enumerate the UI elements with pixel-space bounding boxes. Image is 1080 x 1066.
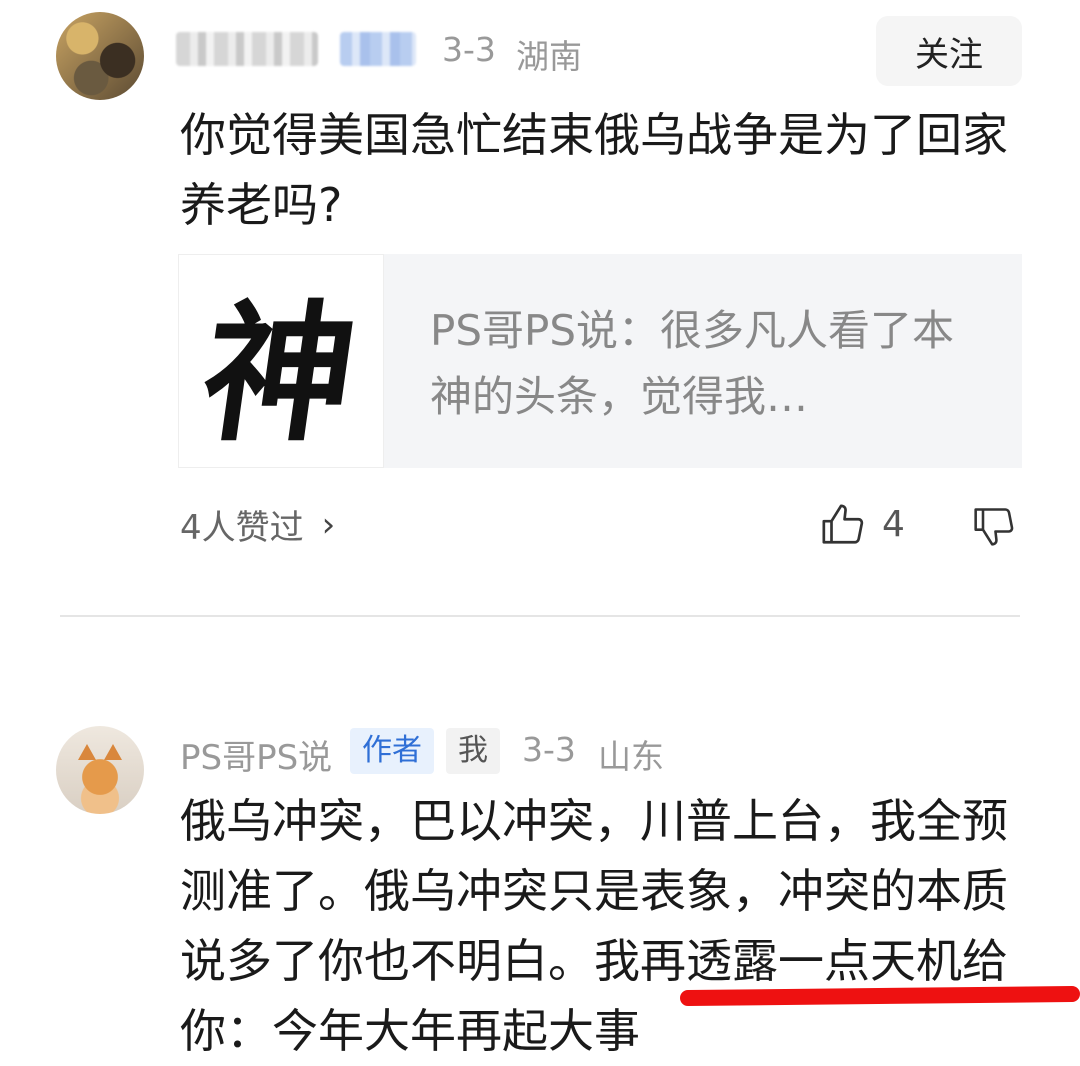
username-redacted[interactable] — [176, 32, 318, 66]
follow-button[interactable]: 关注 — [876, 16, 1022, 86]
me-badge: 我 — [446, 728, 500, 774]
quoted-post-card[interactable]: 神 PS哥PS说：很多凡人看了本神的头条，觉得我… — [178, 254, 1022, 468]
avatar[interactable] — [56, 726, 144, 814]
cat-ear — [78, 744, 96, 760]
calligraphy-char: 神 — [191, 285, 367, 462]
comment-date: 3-3 — [522, 730, 576, 769]
quoted-post-thumbnail: 神 — [178, 254, 384, 468]
avatar[interactable] — [56, 12, 144, 100]
divider — [60, 615, 1020, 617]
comment-location: 山东 — [598, 737, 664, 776]
thumbs-down-icon[interactable] — [972, 504, 1016, 548]
thumbs-up-icon[interactable] — [820, 502, 866, 548]
comment-text: 你觉得美国急忙结束俄乌战争是为了回家养老吗? — [180, 108, 1008, 232]
author-badge: 作者 — [350, 728, 434, 774]
user-badge-redacted — [340, 32, 416, 66]
likes-summary-link[interactable]: 4人赞过 › — [180, 500, 335, 549]
quoted-post-text: PS哥PS说：很多凡人看了本神的头条，觉得我… — [430, 306, 954, 421]
red-underline-annotation — [679, 985, 1080, 1007]
username[interactable]: PS哥PS说 — [180, 730, 332, 779]
like-count: 4 — [882, 504, 905, 545]
chevron-right-icon: › — [321, 504, 336, 545]
comment-date: 3-3 — [442, 30, 496, 69]
comment-text: 俄乌冲突，巴以冲突，川普上台，我全预测准了。俄乌冲突只是表象，冲突的本质说多了你… — [180, 794, 1008, 1058]
likes-summary: 4人赞过 — [180, 508, 304, 548]
cat-ear — [104, 744, 122, 760]
comment-location: 湖南 — [516, 37, 582, 76]
